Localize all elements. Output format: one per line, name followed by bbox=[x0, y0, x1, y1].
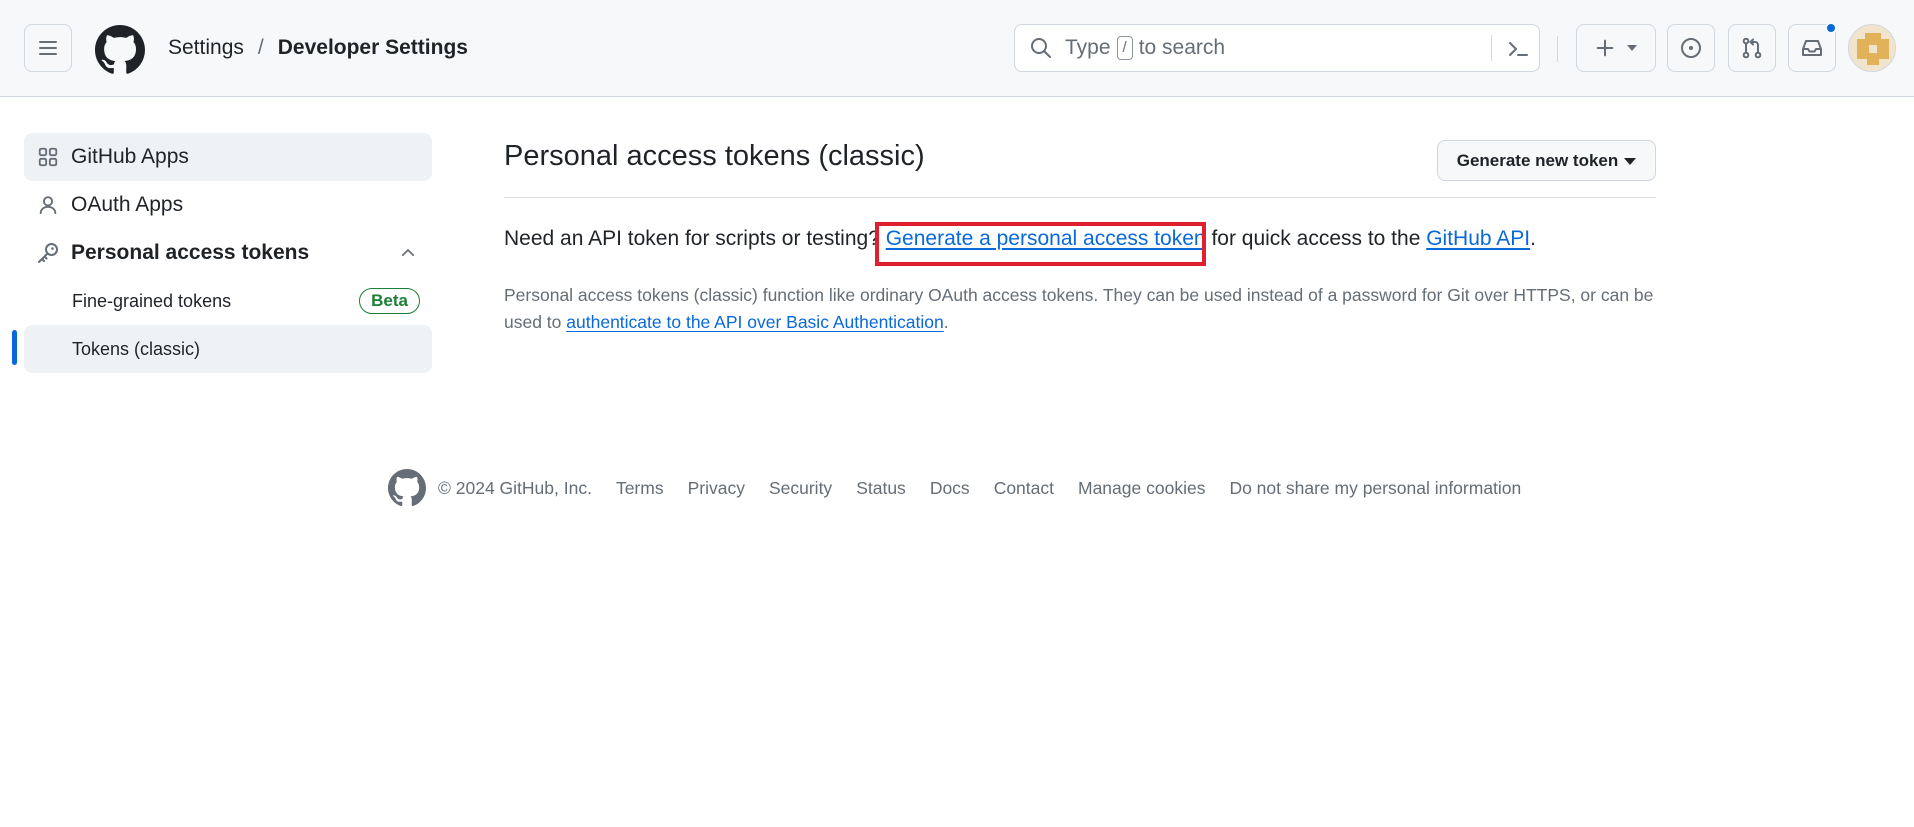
inbox-icon bbox=[1802, 40, 1822, 56]
sidebar-item-label: OAuth Apps bbox=[71, 193, 184, 216]
plus-icon bbox=[1596, 39, 1614, 57]
key-icon bbox=[36, 241, 60, 265]
generate-new-token-button[interactable]: Generate new token bbox=[1437, 140, 1656, 181]
github-logo-icon[interactable] bbox=[388, 469, 426, 507]
search-input[interactable]: Type / to search bbox=[1014, 24, 1540, 72]
generate-new-token-label: Generate new token bbox=[1456, 150, 1619, 170]
create-new-button[interactable] bbox=[1576, 24, 1656, 72]
footer-link-terms[interactable]: Terms bbox=[616, 478, 664, 499]
footer-copyright: © 2024 GitHub, Inc. bbox=[438, 477, 592, 498]
footer-link-contact[interactable]: Contact bbox=[994, 478, 1054, 499]
sidebar-item-personal-access-tokens[interactable]: Personal access tokens bbox=[24, 229, 432, 277]
sidebar-item-label: Fine-grained tokens bbox=[72, 290, 232, 311]
basic-authentication-link[interactable]: authenticate to the API over Basic Authe… bbox=[566, 312, 943, 332]
sidebar-item-github-apps[interactable]: GitHub Apps bbox=[24, 133, 432, 181]
active-indicator bbox=[12, 330, 17, 365]
breadcrumb-developer-settings-link[interactable]: Developer Settings bbox=[278, 36, 468, 60]
avatar[interactable] bbox=[1848, 24, 1896, 72]
breadcrumb-separator: / bbox=[257, 36, 264, 59]
sidebar-item-label: Tokens (classic) bbox=[72, 338, 201, 359]
title-divider bbox=[504, 197, 1656, 198]
intro-text: Need an API token for scripts or testing… bbox=[504, 227, 1536, 251]
search-placeholder-suffix: to search bbox=[1138, 36, 1226, 59]
note-after: . bbox=[943, 312, 949, 332]
github-api-link[interactable]: GitHub API bbox=[1426, 227, 1530, 250]
breadcrumb-settings-link[interactable]: Settings bbox=[168, 36, 244, 60]
intro-before: Need an API token for scripts or testing… bbox=[504, 227, 880, 250]
footer-link-security[interactable]: Security bbox=[769, 478, 832, 499]
sidebar-item-label: Personal access tokens bbox=[71, 241, 310, 264]
hamburger-icon bbox=[39, 41, 57, 55]
sidebar-item-tokens-classic[interactable]: Tokens (classic) bbox=[24, 325, 432, 373]
apps-grid-icon bbox=[36, 145, 60, 169]
search-icon bbox=[1027, 34, 1055, 62]
beta-badge: Beta bbox=[359, 288, 420, 314]
footer-link-status[interactable]: Status bbox=[856, 478, 906, 499]
person-icon bbox=[36, 193, 60, 217]
page-title: Personal access tokens (classic) bbox=[504, 140, 925, 172]
menu-button[interactable] bbox=[24, 24, 72, 72]
search-placeholder: Type / to search bbox=[1065, 36, 1225, 60]
breadcrumb: Settings / Developer Settings bbox=[168, 36, 468, 60]
sidebar-item-oauth-apps[interactable]: OAuth Apps bbox=[24, 181, 432, 229]
footer-link-privacy[interactable]: Privacy bbox=[688, 478, 745, 499]
sidebar-item-fine-grained-tokens[interactable]: Fine-grained tokens Beta bbox=[24, 277, 432, 325]
global-header: Settings / Developer Settings Type / to … bbox=[0, 0, 1914, 97]
generate-personal-access-token-link[interactable]: Generate a personal access token bbox=[886, 227, 1206, 250]
pull-requests-button[interactable] bbox=[1728, 24, 1776, 72]
tokens-description: Personal access tokens (classic) functio… bbox=[504, 282, 1664, 336]
github-logo-icon[interactable] bbox=[95, 25, 145, 75]
search-divider bbox=[1491, 35, 1492, 61]
notification-indicator bbox=[1825, 22, 1837, 34]
header-divider bbox=[1557, 36, 1558, 62]
triangle-down-icon bbox=[1627, 45, 1637, 51]
footer-link-manage-cookies[interactable]: Manage cookies bbox=[1078, 478, 1205, 499]
command-palette-icon[interactable] bbox=[1503, 35, 1533, 63]
git-pull-request-icon bbox=[1742, 37, 1762, 59]
footer-link-docs[interactable]: Docs bbox=[930, 478, 970, 499]
triangle-down-icon bbox=[1624, 158, 1637, 165]
sidebar-item-label: GitHub Apps bbox=[71, 145, 189, 168]
search-placeholder-prefix: Type bbox=[1065, 36, 1111, 59]
chevron-up-icon[interactable] bbox=[396, 241, 420, 265]
search-shortcut-key: / bbox=[1116, 36, 1133, 60]
footer: © 2024 GitHub, Inc. Terms Privacy Securi… bbox=[388, 469, 1545, 507]
identicon-icon bbox=[1849, 25, 1895, 71]
intro-middle: for quick access to the bbox=[1211, 227, 1421, 250]
issue-opened-icon bbox=[1681, 38, 1701, 58]
issues-button[interactable] bbox=[1667, 24, 1715, 72]
intro-after: . bbox=[1530, 227, 1536, 250]
footer-link-do-not-share[interactable]: Do not share my personal information bbox=[1229, 478, 1521, 499]
